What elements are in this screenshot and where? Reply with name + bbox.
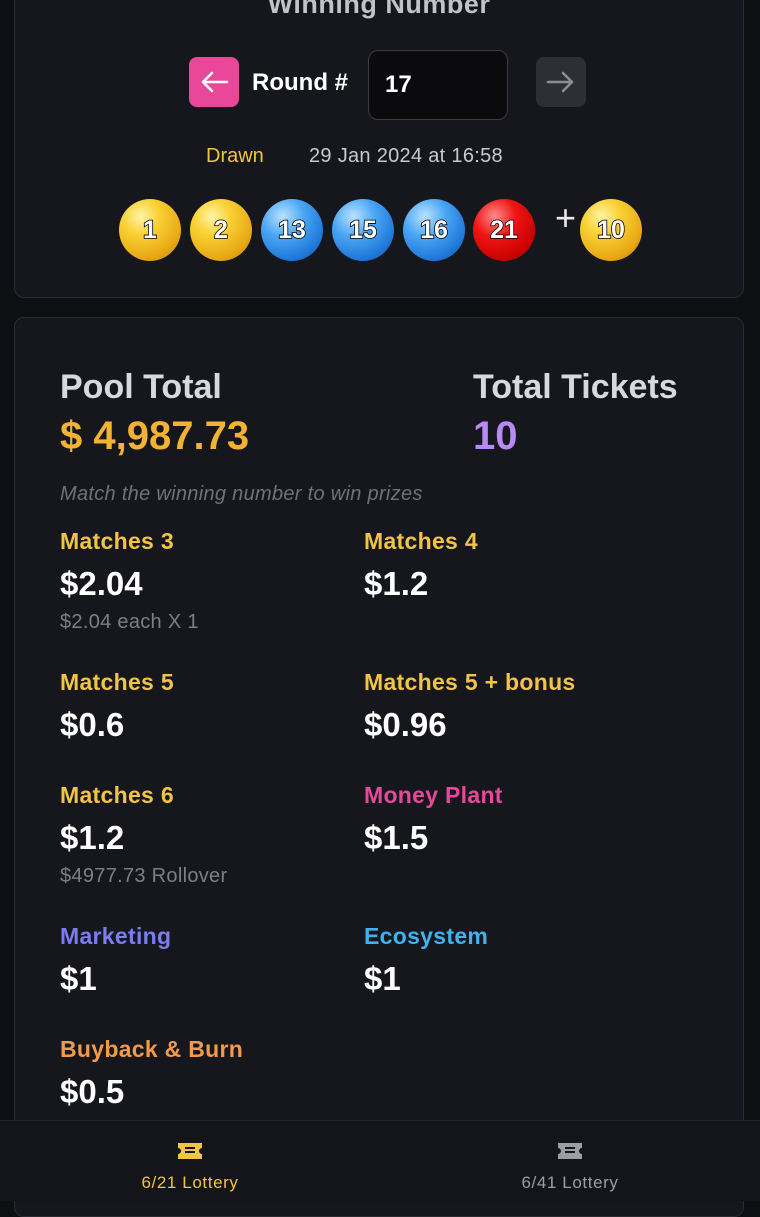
round-number-input[interactable] xyxy=(368,50,508,120)
pool-total-title: Pool Total xyxy=(60,368,222,406)
pool-total-value: $ 4,987.73 xyxy=(60,414,250,458)
prize-sub: $2.04 each X 1 xyxy=(60,611,199,633)
prize-value: $1.2 xyxy=(60,819,125,856)
round-label: Round # xyxy=(252,69,348,96)
winning-ball: 2 xyxy=(190,199,252,261)
total-tickets-title: Total Tickets xyxy=(473,368,678,406)
prize-item: Ecosystem $1 xyxy=(364,923,664,998)
winning-ball: 21 xyxy=(473,199,535,261)
prize-item: Matches 5 $0.6 xyxy=(60,669,360,744)
winning-ball: 15 xyxy=(332,199,394,261)
prize-hint: Match the winning number to win prizes xyxy=(60,483,423,505)
winning-ball: 16 xyxy=(403,199,465,261)
prize-item: Matches 5 + bonus $0.96 xyxy=(364,669,664,744)
winning-ball: 13 xyxy=(261,199,323,261)
prize-label: Matches 5 + bonus xyxy=(364,669,576,695)
prize-value: $2.04 xyxy=(60,565,143,602)
previous-round-button[interactable] xyxy=(189,57,239,107)
pool-card: Pool Total $ 4,987.73 Total Tickets 10 M… xyxy=(14,317,744,1217)
prize-value: $1 xyxy=(60,960,97,997)
total-tickets-value: 10 xyxy=(473,414,518,458)
prize-item: Marketing $1 xyxy=(60,923,360,998)
prize-value: $0.5 xyxy=(60,1073,125,1110)
prize-value: $1 xyxy=(364,960,401,997)
arrow-right-icon xyxy=(546,71,574,93)
prize-item: Matches 6 $1.2 $4977.73 Rollover xyxy=(60,782,360,888)
prize-item: Money Plant $1.5 xyxy=(364,782,664,857)
winning-number-card: Winning Number Round # Drawn 29 Jan 2024… xyxy=(14,0,744,298)
next-round-button[interactable] xyxy=(536,57,586,107)
plus-sign: + xyxy=(555,197,577,238)
nav-label: 6/21 Lottery xyxy=(141,1173,239,1192)
prize-value: $0.96 xyxy=(364,706,447,743)
winning-number-title: Winning Number xyxy=(267,0,491,19)
prize-label: Money Plant xyxy=(364,782,503,808)
nav-label: 6/41 Lottery xyxy=(521,1173,619,1192)
prize-label: Buyback & Burn xyxy=(60,1036,244,1062)
prize-value: $1.2 xyxy=(364,565,429,602)
bonus-ball: 10 xyxy=(580,199,642,261)
prize-item: Matches 3 $2.04 $2.04 each X 1 xyxy=(60,528,360,634)
ticket-icon xyxy=(178,1143,202,1159)
prize-label: Marketing xyxy=(60,923,172,949)
prize-item: Matches 4 $1.2 xyxy=(364,528,664,603)
drawn-date: 29 Jan 2024 at 16:58 xyxy=(309,145,503,167)
winning-ball: 1 xyxy=(119,199,181,261)
prize-label: Ecosystem xyxy=(364,923,489,949)
prize-label: Matches 5 xyxy=(60,669,174,695)
prize-value: $0.6 xyxy=(60,706,125,743)
arrow-left-icon xyxy=(201,71,229,93)
ticket-icon xyxy=(558,1143,582,1159)
prize-value: $1.5 xyxy=(364,819,429,856)
prize-label: Matches 3 xyxy=(60,528,174,554)
bottom-nav: 6/21 Lottery 6/41 Lottery xyxy=(0,1120,760,1201)
prize-label: Matches 4 xyxy=(364,528,478,554)
prize-label: Matches 6 xyxy=(60,782,174,808)
prize-sub: $4977.73 Rollover xyxy=(60,865,228,887)
drawn-label: Drawn xyxy=(206,145,264,167)
nav-tab-6-41-lottery[interactable]: 6/41 Lottery xyxy=(380,1121,760,1201)
nav-tab-6-21-lottery[interactable]: 6/21 Lottery xyxy=(0,1121,380,1201)
prize-item: Buyback & Burn $0.5 xyxy=(60,1036,360,1111)
